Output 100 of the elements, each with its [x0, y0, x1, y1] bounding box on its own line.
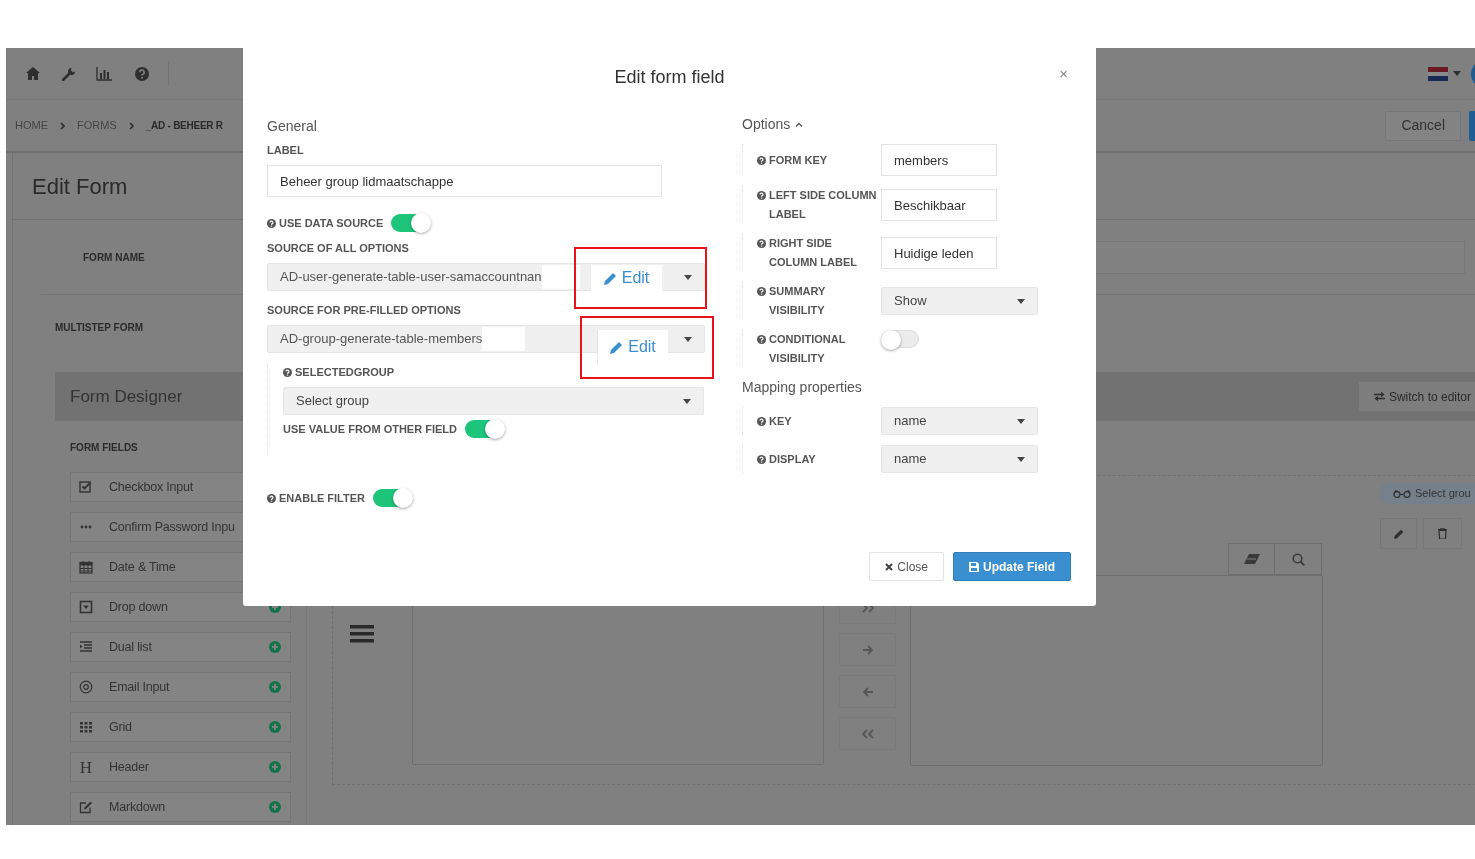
breadcrumb-link[interactable]: HOME: [15, 117, 48, 134]
toggle-switch[interactable]: [372, 489, 411, 507]
help-icon: [757, 287, 766, 296]
toggle-switch[interactable]: [881, 330, 919, 348]
field-type-label: Drop down: [109, 598, 168, 616]
edit-button[interactable]: Edit: [597, 330, 668, 364]
calendar-icon: [79, 560, 93, 574]
toggle-switch[interactable]: [391, 214, 430, 232]
blank-patch: [482, 327, 526, 351]
clear-button[interactable]: [1228, 543, 1275, 575]
chevron-icon: [128, 121, 134, 130]
search-icon: [1291, 552, 1305, 566]
edit-icon: [79, 800, 93, 814]
text-input[interactable]: members: [881, 144, 997, 176]
field-label: DISPLAY: [769, 451, 817, 467]
chevron-icon: [60, 121, 65, 130]
at-icon: [79, 680, 93, 694]
field-label: SELECTEDGROUP: [295, 365, 394, 379]
caret-icon: [684, 336, 692, 342]
help-icon: [757, 416, 766, 426]
field-type-item[interactable]: Dual list: [70, 632, 291, 662]
text-input[interactable]: Huidige leden: [881, 237, 997, 269]
section-heading: General: [267, 117, 318, 136]
caret-icon[interactable]: [1453, 71, 1461, 76]
field-type-item[interactable]: Email Input: [70, 672, 291, 702]
close-button[interactable]: ×: [1059, 66, 1068, 81]
field-type-item[interactable]: Drop down: [70, 592, 291, 622]
field-label: LABEL: [267, 143, 304, 157]
page-title: Edit Form: [32, 172, 128, 201]
edit-button[interactable]: [1380, 518, 1417, 549]
help-icon: [757, 239, 766, 248]
text-input[interactable]: Beheer group lidmaatschappe: [267, 165, 662, 197]
glasses-icon: [1393, 489, 1411, 498]
trash-icon: [1438, 528, 1447, 539]
field-type-label: Markdown: [109, 798, 166, 816]
field-label: KEY: [769, 413, 793, 429]
wrench-icon[interactable]: [62, 66, 76, 81]
field-label: CONDITIONAL VISIBILITY: [769, 332, 847, 366]
select-field[interactable]: Show: [881, 287, 1038, 315]
field-label: SOURCE OF ALL OPTIONS: [267, 241, 409, 255]
caret-icon: [1017, 298, 1025, 304]
update-field-button[interactable]: Update Field: [953, 552, 1071, 581]
blank-patch: [541, 265, 580, 289]
text-input[interactable]: Beschikbaar: [881, 189, 997, 221]
cancel-button[interactable]: Cancel: [1385, 110, 1461, 141]
field-type-label: Date & Time: [109, 558, 176, 576]
home-icon[interactable]: [26, 67, 40, 80]
panel-title: Form Designer: [70, 385, 183, 408]
flag-icon[interactable]: [1428, 66, 1448, 81]
badge: Select grou: [1380, 483, 1475, 504]
field-label: USE DATA SOURCE: [279, 216, 384, 230]
pencil-icon: [610, 340, 624, 354]
select-field[interactable]: Select group: [283, 387, 704, 415]
field-label: FORM NAME: [83, 250, 146, 265]
field-type-item[interactable]: H Header: [70, 752, 291, 782]
field-type-label: Dual list: [109, 638, 152, 656]
caret-icon: [1017, 418, 1025, 424]
edit-button[interactable]: Edit: [590, 265, 662, 291]
header-glyph-icon: H: [79, 758, 93, 776]
section-heading: Mapping properties: [742, 378, 863, 397]
field-label: LEFT SIDE COLUMN LABEL: [769, 188, 878, 222]
field-type-item[interactable]: Markdown: [70, 792, 291, 822]
save-icon: [969, 561, 979, 572]
options-toggle[interactable]: Options: [742, 114, 1071, 134]
toggle-switch[interactable]: [464, 420, 503, 438]
help-icon[interactable]: [135, 66, 149, 81]
field-label: FORM KEY: [769, 152, 829, 168]
list-icon: [79, 640, 93, 654]
field-label: SUMMARY VISIBILITY: [769, 284, 827, 318]
checkbox-icon: [79, 480, 93, 494]
close-icon: [885, 562, 894, 571]
swap-icon: [1373, 392, 1385, 401]
field-type-label: Confirm Password Inpu: [109, 518, 235, 536]
help-icon: [757, 191, 766, 200]
eraser-icon: [1243, 554, 1260, 564]
pencil-icon: [603, 271, 617, 285]
field-type-label: Header: [109, 758, 149, 776]
field-label: SOURCE FOR PRE-FILLED OPTIONS: [267, 303, 461, 317]
field-type-item[interactable]: Grid: [70, 712, 291, 742]
select-field[interactable]: name: [881, 407, 1038, 435]
field-label: RIGHT SIDE COLUMN LABEL: [769, 236, 858, 270]
double-left-arrow-icon: [861, 727, 874, 740]
help-icon: [757, 335, 766, 344]
breadcrumb-link[interactable]: FORMS: [77, 117, 117, 134]
switch-editor-button[interactable]: Switch to editor: [1358, 382, 1475, 411]
delete-button[interactable]: [1423, 518, 1462, 549]
help-icon: [757, 454, 766, 464]
field-type-label: Grid: [109, 718, 132, 736]
field-label: MULTISTEP FORM: [55, 321, 144, 335]
search-button[interactable]: [1275, 543, 1322, 575]
caret-icon: [683, 398, 691, 404]
left-arrow-icon: [861, 685, 874, 698]
close-button[interactable]: Close: [869, 552, 944, 581]
menu-icon[interactable]: [350, 625, 374, 643]
grid-icon: [79, 720, 93, 734]
field-type-label: Email Input: [109, 678, 170, 696]
select-field[interactable]: name: [881, 445, 1038, 473]
pencil-icon: [1393, 528, 1404, 539]
bar-chart-icon[interactable]: [96, 66, 112, 81]
field-type-label: Checkbox Input: [109, 478, 194, 496]
